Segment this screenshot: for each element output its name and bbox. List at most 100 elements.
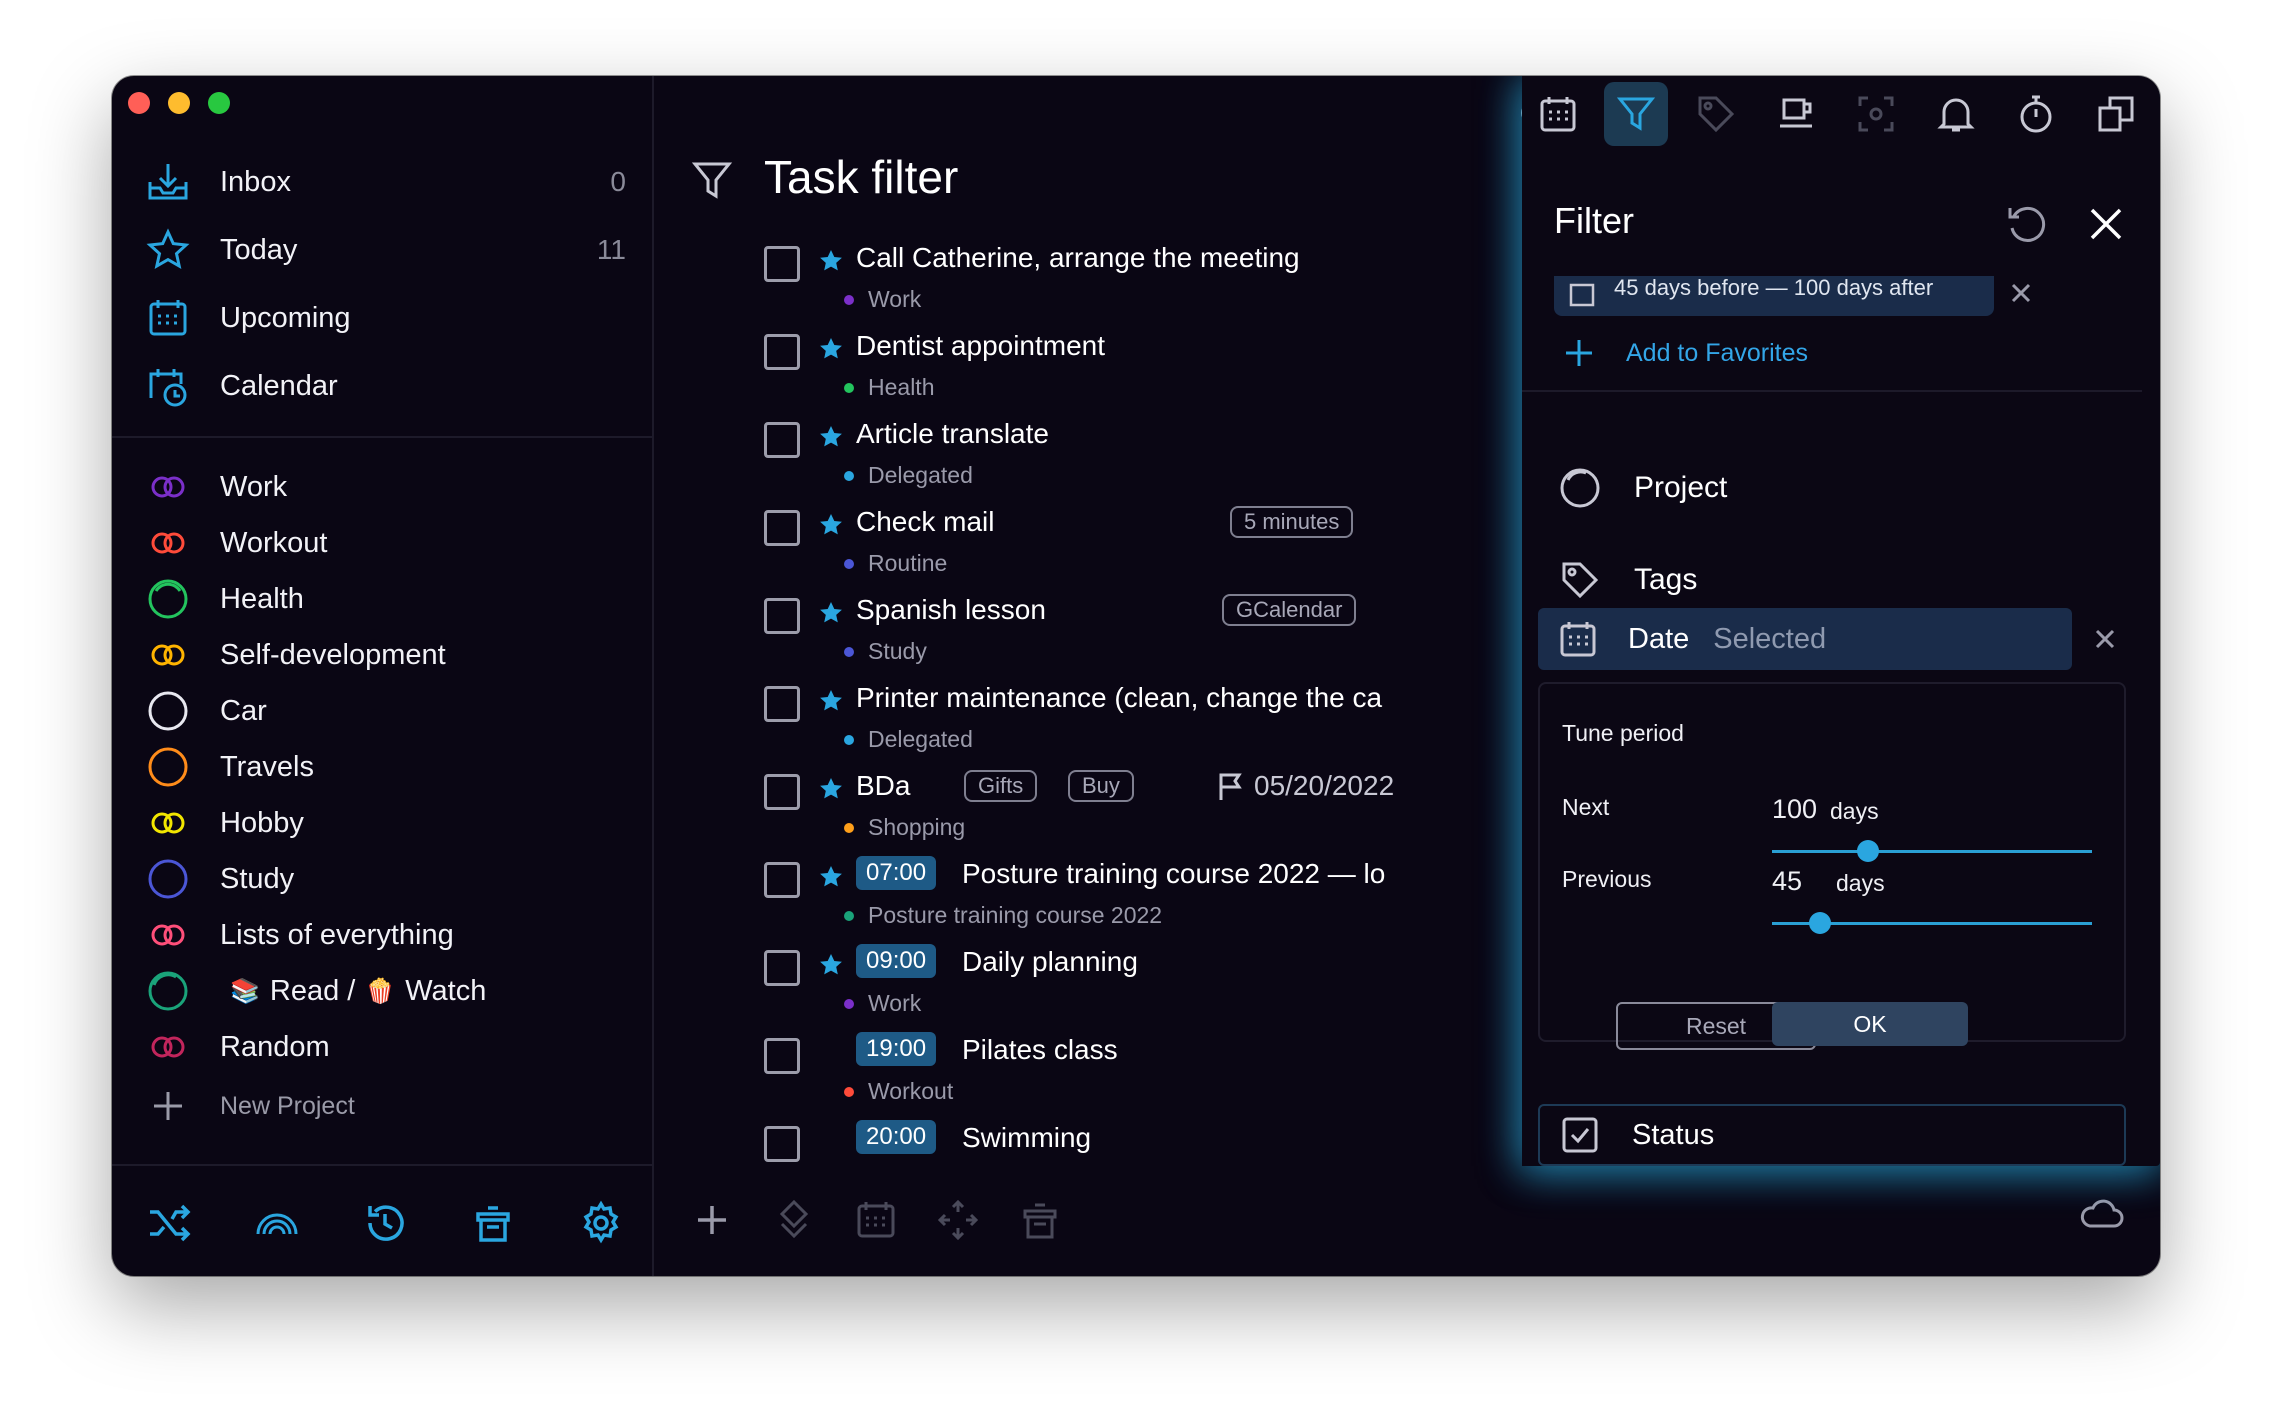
task-item[interactable]: Dentist appointment Health bbox=[764, 324, 1464, 412]
sidebar-item-label: Upcoming bbox=[220, 301, 351, 334]
filter-date-row[interactable]: Date Selected bbox=[1538, 608, 2072, 670]
sidebar-project-read-watch[interactable]: 📚 Read / 🍿 Watch bbox=[146, 964, 626, 1018]
tag-chip-gifts[interactable]: Gifts bbox=[964, 770, 1038, 802]
task-item[interactable]: BDa Gifts Buy 05/20/2022 Shopping bbox=[764, 764, 1464, 852]
task-checkbox[interactable] bbox=[764, 510, 800, 546]
task-project-label: Health bbox=[868, 374, 935, 400]
task-checkbox[interactable] bbox=[764, 862, 800, 898]
task-item[interactable]: Spanish lesson GCalendar Study bbox=[764, 588, 1464, 676]
sidebar-project-workout[interactable]: Workout bbox=[146, 516, 626, 570]
duration-chip[interactable]: 5 minutes bbox=[1230, 506, 1354, 538]
tool-tags[interactable] bbox=[1684, 82, 1748, 146]
task-checkbox[interactable] bbox=[764, 246, 800, 282]
sidebar-project-self-development[interactable]: Self-development bbox=[146, 628, 626, 682]
filter-project-row[interactable]: Project bbox=[1558, 458, 2118, 518]
task-item[interactable]: 09:00 Daily planning Work bbox=[764, 940, 1464, 1028]
task-checkbox[interactable] bbox=[764, 950, 800, 986]
star-priority-icon bbox=[820, 338, 842, 359]
sidebar-item-calendar[interactable]: Calendar bbox=[146, 356, 626, 416]
ring-icon bbox=[148, 971, 188, 1011]
move-icon[interactable] bbox=[936, 1198, 980, 1242]
tag-chip-buy[interactable]: Buy bbox=[1068, 770, 1134, 802]
project-label: Work bbox=[220, 470, 288, 503]
calendar-icon[interactable] bbox=[854, 1198, 898, 1242]
new-project-button[interactable]: New Project bbox=[146, 1076, 355, 1136]
clear-date-icon[interactable] bbox=[2092, 626, 2118, 652]
project-label: Car bbox=[220, 694, 267, 727]
gcalendar-chip[interactable]: GCalendar bbox=[1222, 594, 1357, 626]
close-icon[interactable] bbox=[2086, 204, 2126, 244]
cloud-icon[interactable] bbox=[2078, 1194, 2124, 1234]
active-date-filter-chip[interactable]: 45 days before — 100 days after bbox=[1554, 276, 1994, 316]
task-project-label: Routine bbox=[868, 550, 948, 576]
trash-icon[interactable] bbox=[1018, 1198, 1062, 1242]
priority-icon[interactable] bbox=[772, 1198, 816, 1242]
shuffle-icon[interactable] bbox=[146, 1200, 192, 1246]
add-task-icon[interactable] bbox=[690, 1198, 734, 1242]
previous-slider[interactable] bbox=[1772, 912, 2092, 934]
history-icon[interactable] bbox=[362, 1200, 408, 1246]
reset-filter-icon[interactable] bbox=[2004, 202, 2048, 246]
task-item[interactable]: 20:00 Swimming bbox=[764, 1116, 1464, 1164]
star-priority-icon bbox=[820, 954, 842, 975]
tool-focus[interactable] bbox=[1844, 82, 1908, 146]
sidebar-project-lists[interactable]: Lists of everything bbox=[146, 908, 626, 962]
tool-notifications[interactable] bbox=[1924, 82, 1988, 146]
sidebar-project-random[interactable]: Random bbox=[146, 1020, 626, 1074]
sidebar-project-health[interactable]: Health bbox=[146, 572, 626, 626]
task-checkbox[interactable] bbox=[764, 334, 800, 370]
double-ring-icon bbox=[151, 812, 185, 834]
sidebar-item-upcoming[interactable]: Upcoming bbox=[146, 288, 626, 348]
filter-tags-row[interactable]: Tags bbox=[1558, 550, 2118, 610]
previous-value: 45 bbox=[1772, 866, 1803, 896]
remove-chip-icon[interactable] bbox=[2008, 280, 2034, 306]
tool-filter[interactable] bbox=[1604, 82, 1668, 146]
gear-icon[interactable] bbox=[578, 1200, 624, 1246]
sidebar-item-inbox[interactable]: Inbox 0 bbox=[146, 152, 626, 212]
task-item[interactable]: 07:00 Posture training course 2022 — lo … bbox=[764, 852, 1464, 940]
project-label: Lists of everything bbox=[220, 918, 454, 951]
tool-calendar[interactable] bbox=[1526, 82, 1590, 146]
task-project-label: Study bbox=[868, 638, 927, 664]
sidebar-project-study[interactable]: Study bbox=[146, 852, 626, 906]
tag-icon bbox=[1698, 96, 1735, 133]
filter-project-label: Project bbox=[1634, 471, 1728, 504]
task-checkbox[interactable] bbox=[764, 686, 800, 722]
tool-cup[interactable] bbox=[1764, 82, 1828, 146]
task-item[interactable]: Check mail 5 minutes Routine bbox=[764, 500, 1464, 588]
task-checkbox[interactable] bbox=[764, 422, 800, 458]
sidebar-project-travels[interactable]: Travels bbox=[146, 740, 626, 794]
sidebar-project-hobby[interactable]: Hobby bbox=[146, 796, 626, 850]
sidebar-project-work[interactable]: Work bbox=[146, 460, 626, 514]
tool-timer[interactable] bbox=[2004, 82, 2068, 146]
due-date: 05/20/2022 bbox=[1254, 770, 1395, 801]
task-item[interactable]: Call Catherine, arrange the meeting Work bbox=[764, 236, 1464, 324]
project-label: Study bbox=[220, 862, 295, 895]
task-checkbox[interactable] bbox=[764, 1126, 800, 1162]
sidebar-item-today[interactable]: Today 11 bbox=[146, 220, 626, 280]
trash-icon[interactable] bbox=[470, 1200, 516, 1246]
task-item[interactable]: Article translate Delegated bbox=[764, 412, 1464, 500]
tool-duplicate[interactable] bbox=[2084, 82, 2148, 146]
previous-slider-thumb[interactable] bbox=[1809, 912, 1831, 934]
filter-status-row[interactable]: Status bbox=[1538, 1104, 2126, 1166]
task-project-label: Work bbox=[868, 990, 922, 1016]
task-checkbox[interactable] bbox=[764, 1038, 800, 1074]
time-badge: 09:00 bbox=[856, 944, 937, 978]
add-to-favorites-button[interactable]: Add to Favorites bbox=[1562, 328, 1808, 378]
moon-priority-icon bbox=[825, 1131, 835, 1151]
task-checkbox[interactable] bbox=[764, 774, 800, 810]
sidebar-divider bbox=[112, 436, 652, 438]
task-item[interactable]: 19:00 Pilates class Workout bbox=[764, 1028, 1464, 1116]
next-slider[interactable] bbox=[1772, 840, 2092, 862]
task-project: Shopping bbox=[844, 814, 965, 841]
sidebar-project-car[interactable]: Car bbox=[146, 684, 626, 738]
task-item[interactable]: Printer maintenance (clean, change the c… bbox=[764, 676, 1464, 764]
next-slider-thumb[interactable] bbox=[1857, 840, 1879, 862]
task-checkbox[interactable] bbox=[764, 598, 800, 634]
ok-button[interactable]: OK bbox=[1772, 1002, 1968, 1046]
ring-icon bbox=[148, 747, 188, 787]
project-label-2: Watch bbox=[405, 974, 487, 1007]
task-title: Article translate bbox=[856, 418, 1049, 449]
rainbow-icon[interactable] bbox=[254, 1200, 300, 1246]
